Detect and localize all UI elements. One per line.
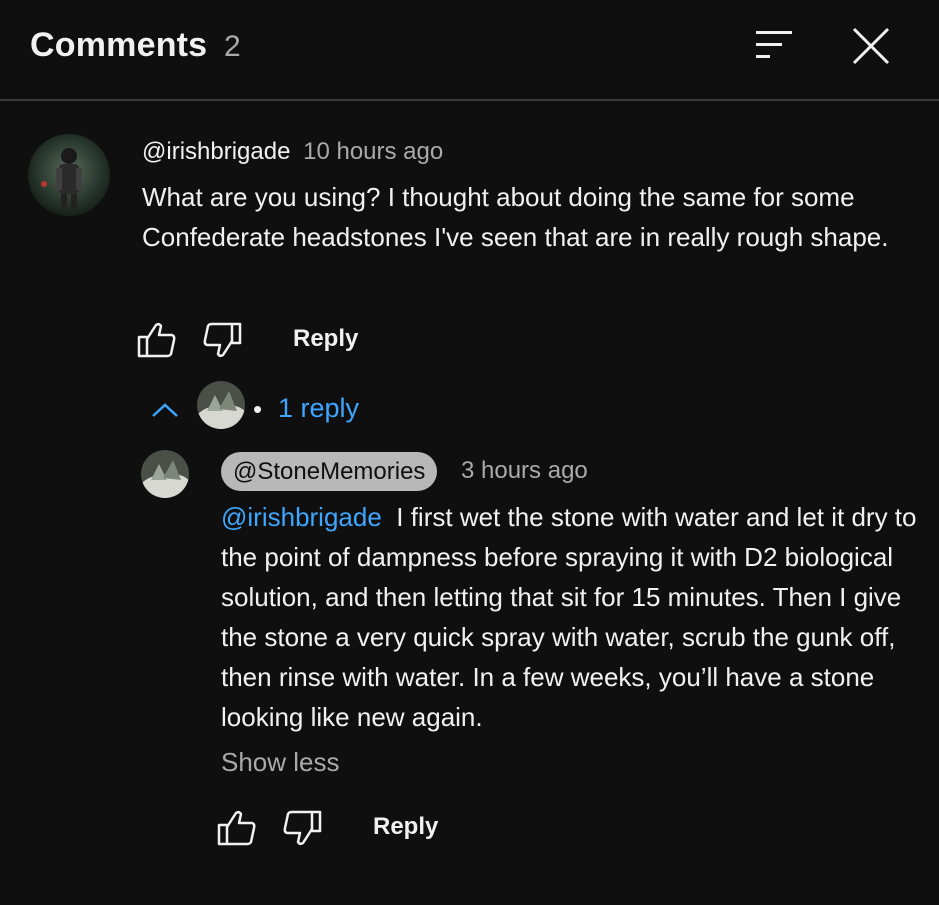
reply-avatar[interactable] — [141, 450, 189, 498]
thumbs-down-icon — [203, 322, 242, 358]
reply-dislike-button[interactable] — [282, 809, 322, 847]
avatar-image — [28, 134, 110, 216]
show-less-button[interactable]: Show less — [221, 747, 340, 778]
reply-text-block: @irishbrigade I first wet the stone with… — [221, 497, 926, 737]
comments-header: Comments 2 — [0, 0, 939, 101]
thumbs-up-icon — [217, 810, 256, 846]
chevron-up-icon — [152, 403, 178, 417]
replies-count[interactable]: 1 reply — [278, 393, 359, 424]
sort-icon — [756, 31, 792, 58]
reply-mention[interactable]: @irishbrigade — [221, 502, 382, 532]
comment-time: 10 hours ago — [303, 138, 444, 165]
reply-time: 3 hours ago — [461, 457, 588, 484]
reply-like-button[interactable] — [217, 809, 257, 847]
sort-button[interactable] — [752, 28, 796, 62]
reply-button[interactable]: Reply — [293, 325, 358, 353]
thumbs-down-icon — [283, 810, 322, 846]
comments-count: 2 — [224, 30, 241, 63]
separator-dot: • — [253, 394, 263, 424]
reply-author-chip[interactable]: @StoneMemories — [221, 452, 438, 491]
reply-text: I first wet the stone with water and let… — [221, 502, 917, 732]
comment-author[interactable]: @irishbrigade — [142, 138, 290, 165]
reply-author-avatar-small — [197, 381, 245, 429]
comment-meta: @irishbrigade 10 hours ago — [142, 138, 443, 166]
dislike-button[interactable] — [202, 321, 242, 359]
comment-text: What are you using? I thought about doin… — [142, 182, 889, 252]
reply-reply-button[interactable]: Reply — [373, 813, 438, 841]
comments-title: Comments — [30, 26, 208, 64]
close-icon — [852, 27, 890, 65]
close-button[interactable] — [850, 26, 892, 66]
thumbs-up-icon — [137, 322, 176, 358]
like-button[interactable] — [137, 321, 177, 359]
avatar[interactable] — [28, 134, 110, 216]
